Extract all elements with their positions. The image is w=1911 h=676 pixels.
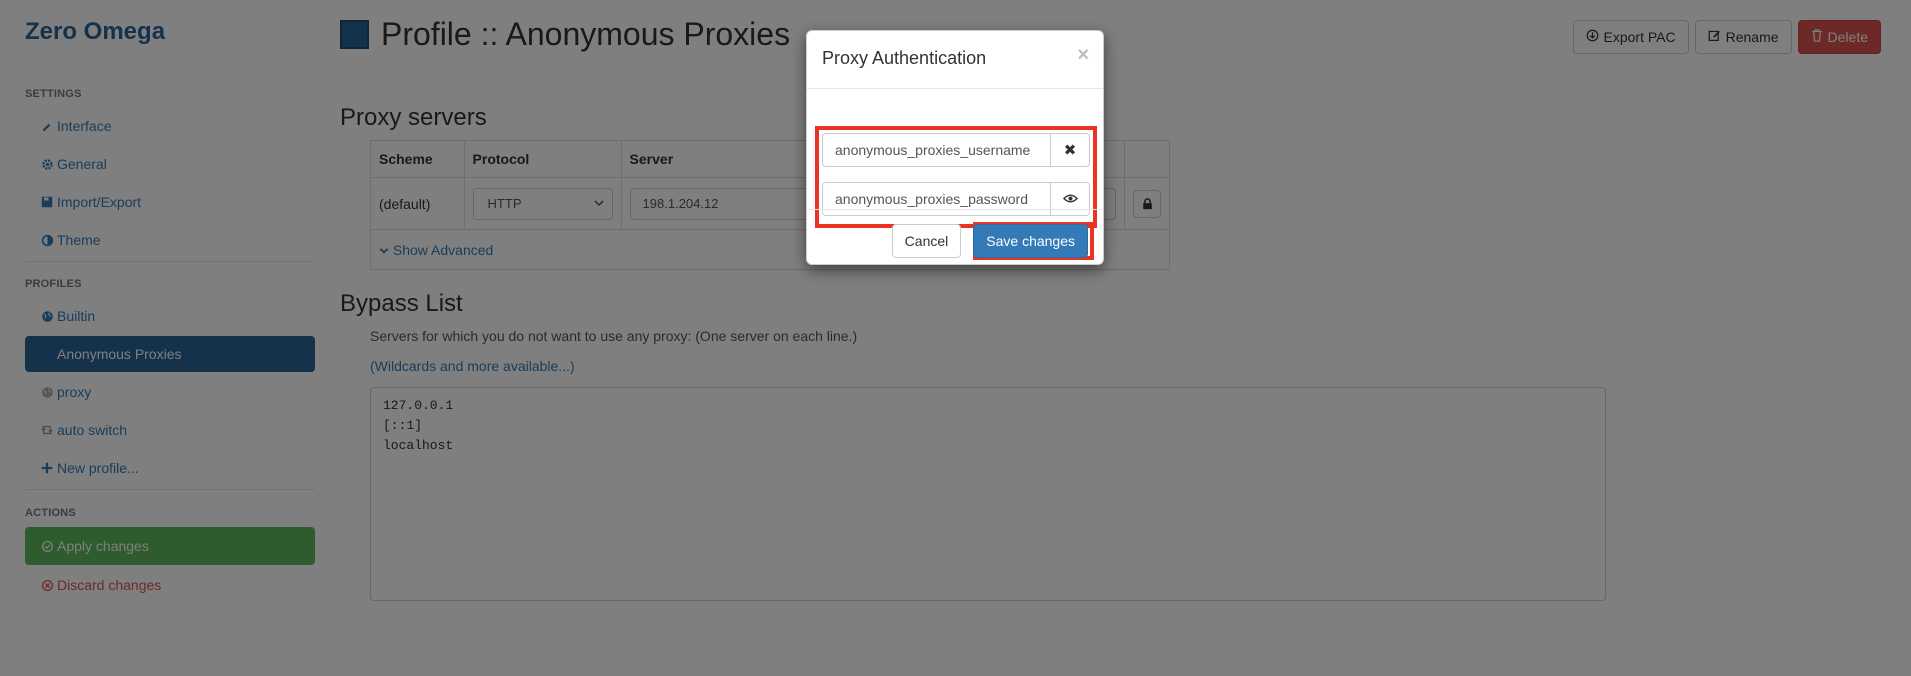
app-root: Zero Omega SETTINGS Interface General Im… [0, 0, 1911, 676]
clear-icon: ✖ [1063, 142, 1077, 159]
clear-username-button[interactable]: ✖ [1050, 133, 1090, 167]
modal-body: anonymous_proxies_username ✖ anonymous_p… [807, 89, 1103, 228]
modal-header: Proxy Authentication × [807, 31, 1103, 89]
modal-footer: Cancel Save changes [807, 209, 1103, 266]
cancel-button[interactable]: Cancel [891, 224, 962, 258]
modal-title: Proxy Authentication [822, 48, 987, 68]
username-value: anonymous_proxies_username [835, 142, 1031, 158]
close-icon[interactable]: × [1077, 45, 1089, 65]
eye-icon [1062, 191, 1078, 208]
save-changes-button[interactable]: Save changes [973, 224, 1088, 258]
password-value: anonymous_proxies_password [835, 191, 1028, 207]
footer-buttons: Cancel Save changes [891, 224, 1088, 258]
proxy-auth-dialog: Proxy Authentication × anonymous_proxies… [806, 30, 1104, 265]
username-group: anonymous_proxies_username ✖ [822, 133, 1090, 167]
username-input[interactable]: anonymous_proxies_username [822, 133, 1050, 167]
